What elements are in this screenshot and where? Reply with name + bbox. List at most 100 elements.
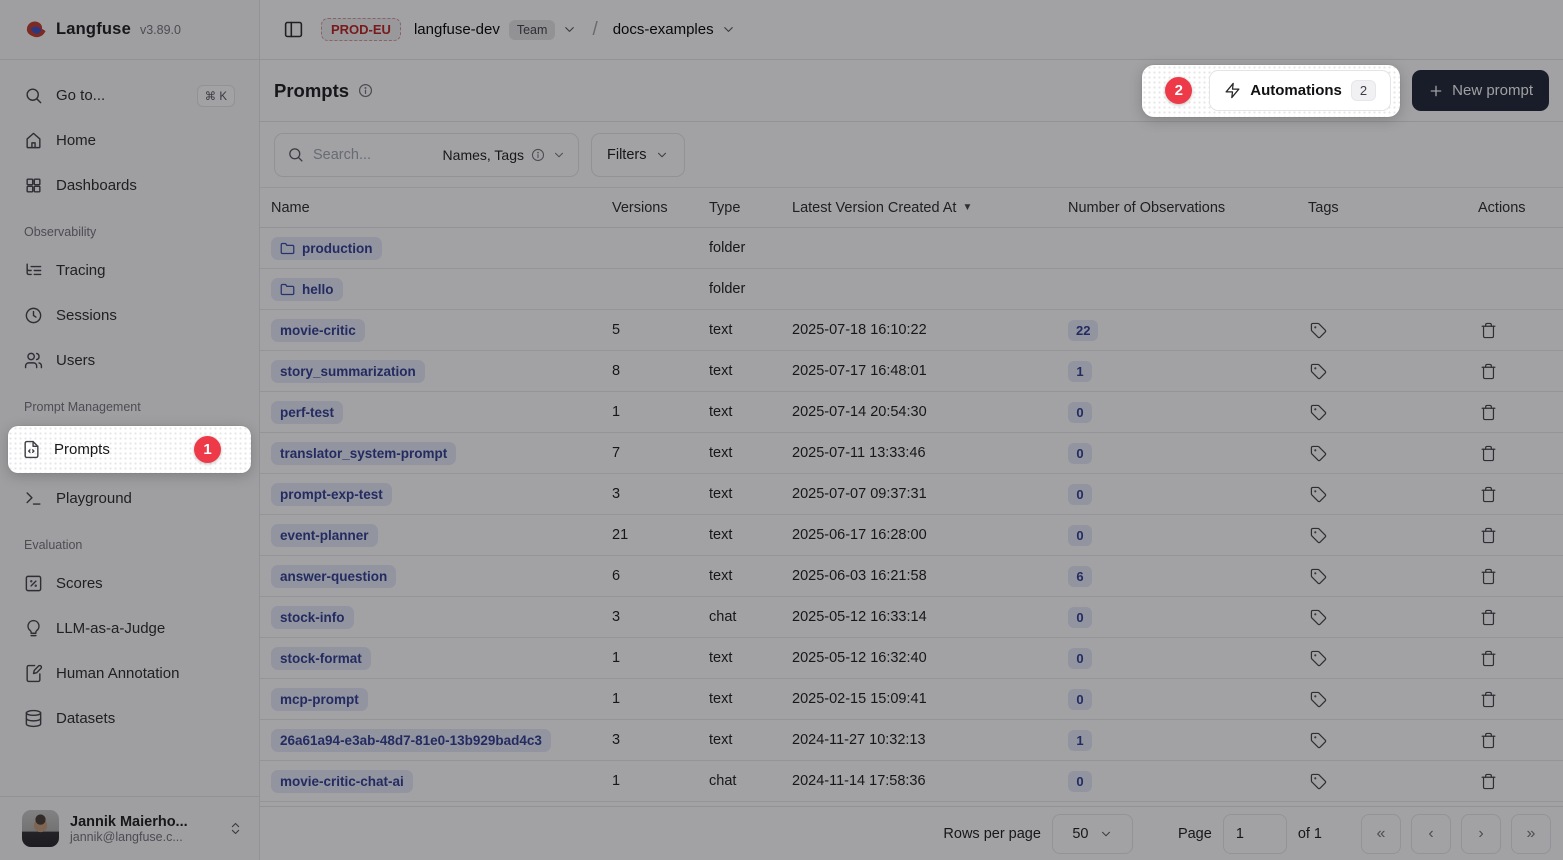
delete-prompt-button[interactable] [1478, 361, 1499, 382]
goto-search[interactable]: Go to... ⌘ K [12, 78, 247, 113]
delete-prompt-button[interactable] [1478, 402, 1499, 423]
observations-badge: 0 [1068, 689, 1092, 710]
sidebar-item-sessions[interactable]: Sessions [12, 298, 247, 333]
tag-icon [1310, 650, 1327, 667]
sidebar-item-prompts[interactable]: Prompts 1 [8, 426, 251, 473]
previous-page-button[interactable]: ‹ [1411, 814, 1451, 854]
folder-icon [280, 241, 295, 256]
prompt-name-badge[interactable]: translator_system-prompt [271, 442, 456, 465]
trash-icon [1480, 732, 1497, 749]
table-row[interactable]: 26a61a94-e3ab-48d7-81e0-13b929bad4c3 3 t… [260, 720, 1563, 761]
delete-prompt-button[interactable] [1478, 771, 1499, 792]
edit-tags-button[interactable] [1308, 566, 1329, 587]
column-header-label: Latest Version Created At [792, 200, 956, 216]
new-prompt-button[interactable]: New prompt [1412, 70, 1549, 111]
project-selector[interactable]: docs-examples [613, 21, 736, 38]
table-row[interactable]: answer-question 6 text 2025-06-03 16:21:… [260, 556, 1563, 597]
table-row[interactable]: translator_system-prompt 7 text 2025-07-… [260, 433, 1563, 474]
table-row[interactable]: movie-critic-chat-ai 1 chat 2024-11-14 1… [260, 761, 1563, 802]
folder-badge[interactable]: production [271, 237, 382, 260]
search-scope-dropdown[interactable]: Names, Tags [443, 147, 566, 163]
prompt-name-badge[interactable]: perf-test [271, 401, 343, 424]
rows-per-page-select[interactable]: 50 [1052, 814, 1133, 854]
table-row[interactable]: event-planner 21 text 2025-06-17 16:28:0… [260, 515, 1563, 556]
sidebar-item-dashboards[interactable]: Dashboards [12, 168, 247, 203]
delete-prompt-button[interactable] [1478, 320, 1499, 341]
prompt-name-badge[interactable]: stock-info [271, 606, 354, 629]
delete-prompt-button[interactable] [1478, 648, 1499, 669]
sidebar-toggle-button[interactable] [278, 15, 308, 45]
column-header-latest-version[interactable]: Latest Version Created At ▼ [792, 200, 1068, 216]
sidebar-item-users[interactable]: Users [12, 343, 247, 378]
info-icon [531, 148, 545, 162]
prompt-name-badge[interactable]: mcp-prompt [271, 688, 368, 711]
edit-tags-button[interactable] [1308, 525, 1329, 546]
observations-badge: 0 [1068, 648, 1092, 669]
edit-tags-button[interactable] [1308, 730, 1329, 751]
prompt-name-badge[interactable]: 26a61a94-e3ab-48d7-81e0-13b929bad4c3 [271, 729, 551, 752]
prompt-name-badge[interactable]: answer-question [271, 565, 396, 588]
table-row-folder[interactable]: hello folder [260, 269, 1563, 310]
automations-button[interactable]: Automations 2 [1209, 70, 1391, 111]
org-selector[interactable]: langfuse-dev Team [414, 20, 577, 40]
sidebar-item-home[interactable]: Home [12, 123, 247, 158]
table-row-folder[interactable]: production folder [260, 228, 1563, 269]
delete-prompt-button[interactable] [1478, 607, 1499, 628]
observations-badge: 0 [1068, 402, 1092, 423]
filters-button[interactable]: Filters [591, 133, 685, 177]
sidebar-item-datasets[interactable]: Datasets [12, 701, 247, 736]
edit-tags-button[interactable] [1308, 771, 1329, 792]
tag-icon [1310, 445, 1327, 462]
edit-tags-button[interactable] [1308, 689, 1329, 710]
prompt-name-badge[interactable]: movie-critic [271, 319, 365, 342]
table-row[interactable]: stock-format 1 text 2025-05-12 16:32:40 … [260, 638, 1563, 679]
table-row[interactable]: perf-test 1 text 2025-07-14 20:54:30 0 [260, 392, 1563, 433]
delete-prompt-button[interactable] [1478, 566, 1499, 587]
sidebar-item-tracing[interactable]: Tracing [12, 253, 247, 288]
page-number-input[interactable] [1223, 814, 1287, 854]
breadcrumb-separator: / [590, 19, 599, 41]
sidebar-item-llm-as-a-judge[interactable]: LLM-as-a-Judge [12, 611, 247, 646]
file-code-icon [22, 440, 41, 459]
delete-prompt-button[interactable] [1478, 525, 1499, 546]
delete-prompt-button[interactable] [1478, 484, 1499, 505]
folder-badge[interactable]: hello [271, 278, 343, 301]
prompt-name-badge[interactable]: story_summarization [271, 360, 425, 383]
prompt-name-badge[interactable]: prompt-exp-test [271, 483, 392, 506]
table-row[interactable]: story_summarization 8 text 2025-07-17 16… [260, 351, 1563, 392]
table-row[interactable]: stock-info 3 chat 2025-05-12 16:33:14 0 [260, 597, 1563, 638]
edit-tags-button[interactable] [1308, 361, 1329, 382]
delete-prompt-button[interactable] [1478, 689, 1499, 710]
table-row[interactable]: prompt-exp-test 3 text 2025-07-07 09:37:… [260, 474, 1563, 515]
edit-tags-button[interactable] [1308, 484, 1329, 505]
table-row[interactable]: mcp-prompt 1 text 2025-02-15 15:09:41 0 [260, 679, 1563, 720]
user-menu[interactable]: Jannik Maierho... jannik@langfuse.c... [0, 796, 259, 860]
table-row[interactable]: movie-critic 5 text 2025-07-18 16:10:22 … [260, 310, 1563, 351]
search-input[interactable] [313, 147, 434, 163]
first-page-button[interactable]: « [1361, 814, 1401, 854]
edit-tags-button[interactable] [1308, 607, 1329, 628]
observations-badge: 22 [1068, 320, 1098, 341]
sidebar-item-label: Scores [56, 575, 103, 592]
sidebar-item-playground[interactable]: Playground [12, 481, 247, 516]
edit-tags-button[interactable] [1308, 648, 1329, 669]
sidebar-item-scores[interactable]: Scores [12, 566, 247, 601]
prompt-name-badge[interactable]: movie-critic-chat-ai [271, 770, 413, 793]
edit-tags-button[interactable] [1308, 443, 1329, 464]
avatar [22, 810, 59, 847]
column-header-tags: Tags [1308, 200, 1470, 216]
observations-badge: 0 [1068, 525, 1092, 546]
trash-icon [1480, 445, 1497, 462]
sidebar-item-human-annotation[interactable]: Human Annotation [12, 656, 247, 691]
delete-prompt-button[interactable] [1478, 730, 1499, 751]
edit-tags-button[interactable] [1308, 320, 1329, 341]
info-icon [358, 83, 373, 98]
chevron-down-icon [655, 148, 669, 162]
prompt-name-badge[interactable]: event-planner [271, 524, 378, 547]
next-page-button[interactable]: › [1461, 814, 1501, 854]
delete-prompt-button[interactable] [1478, 443, 1499, 464]
prompt-name-badge[interactable]: stock-format [271, 647, 371, 670]
versions-cell: 8 [612, 363, 709, 379]
edit-tags-button[interactable] [1308, 402, 1329, 423]
last-page-button[interactable]: » [1511, 814, 1551, 854]
